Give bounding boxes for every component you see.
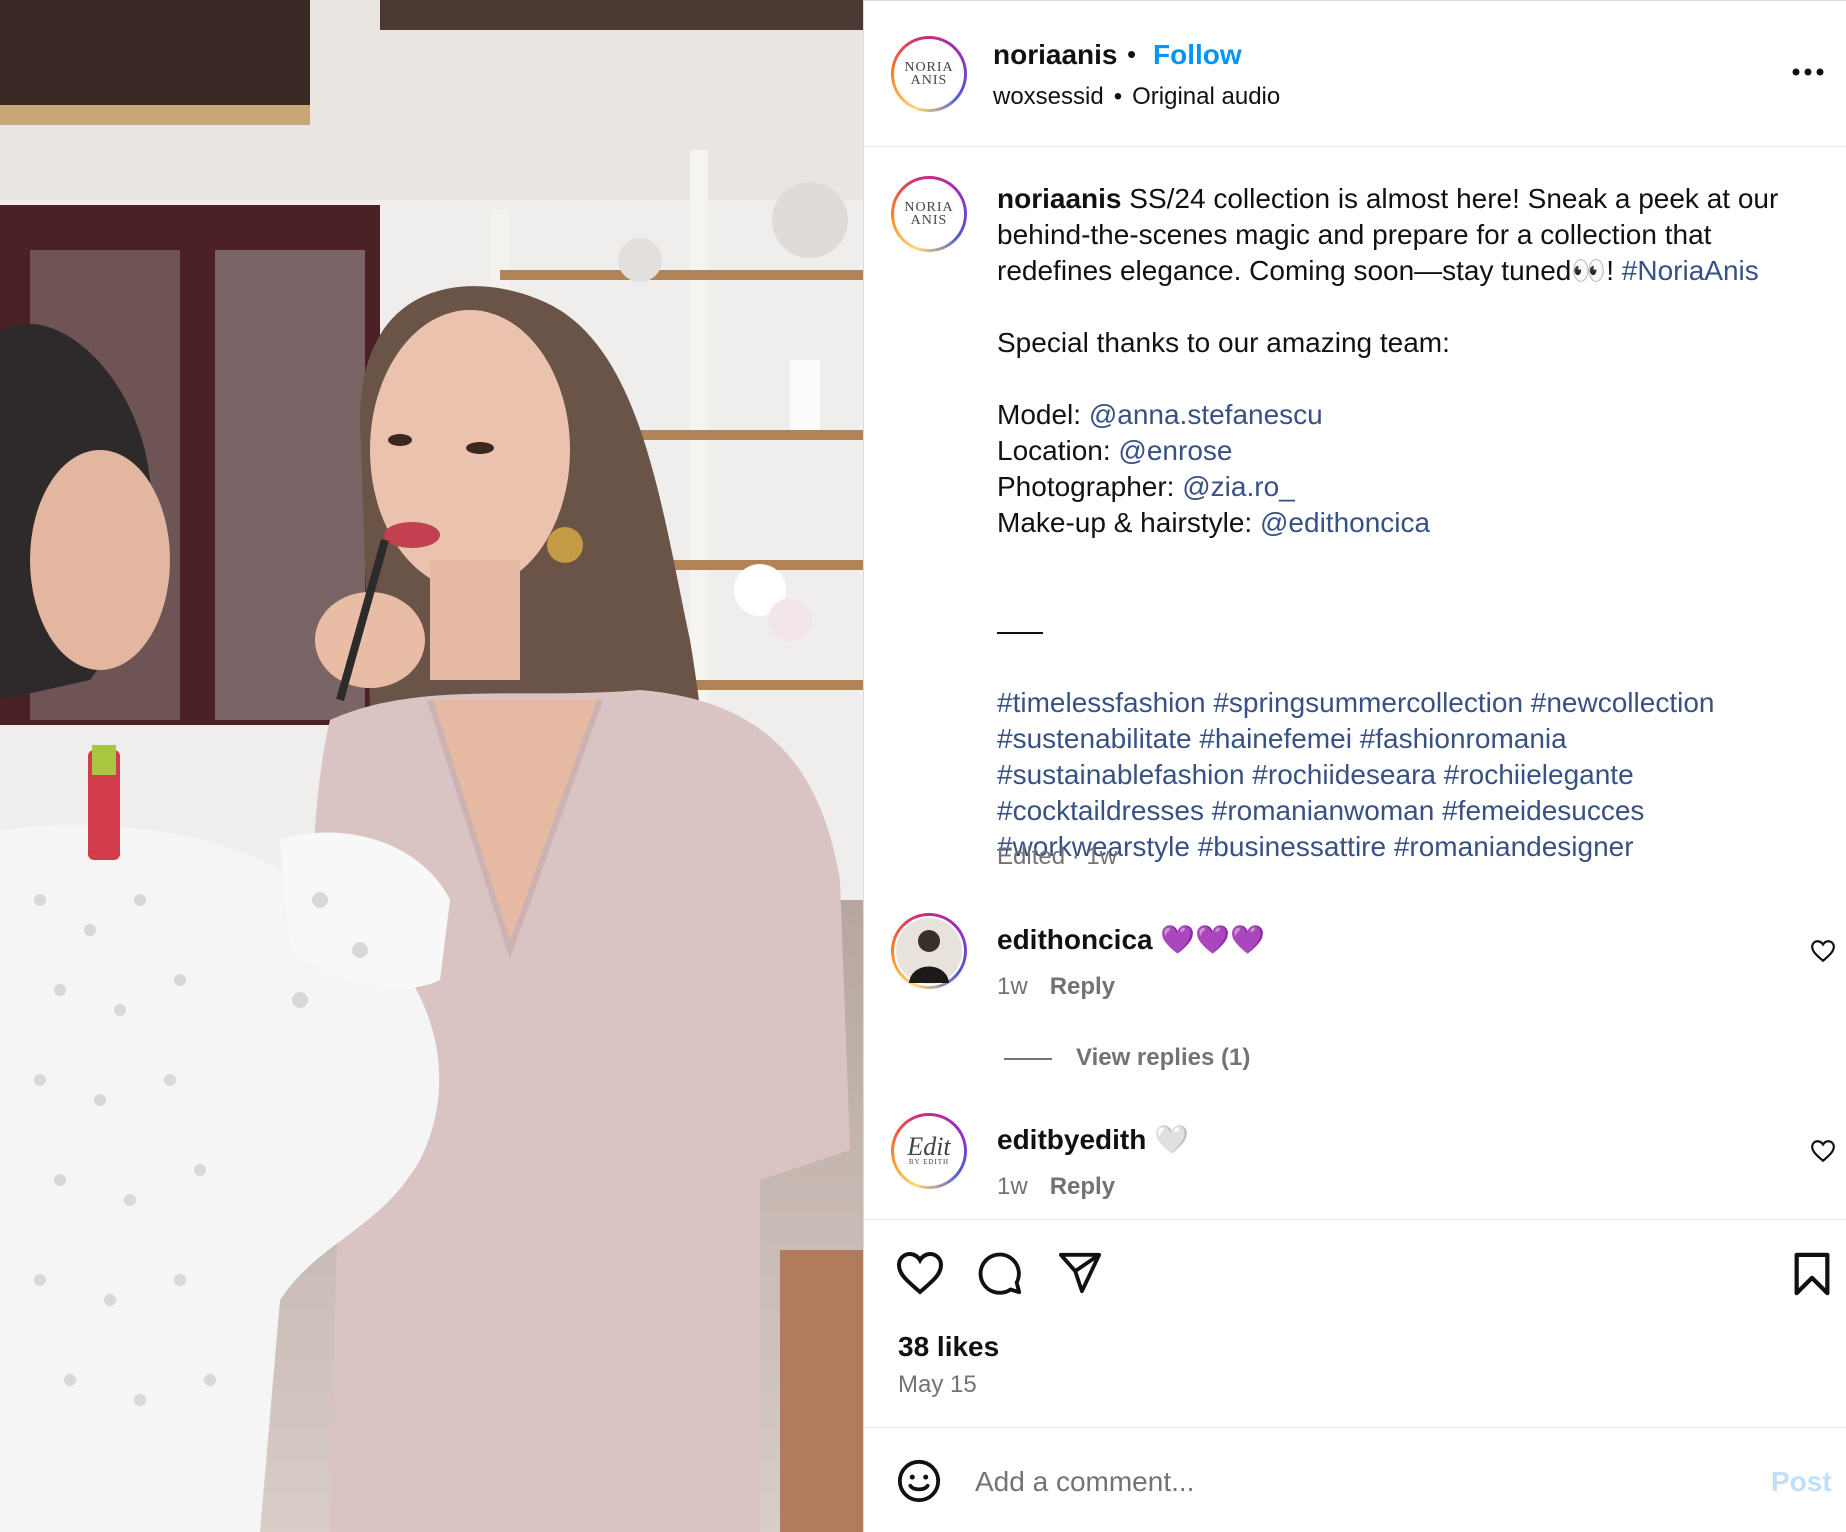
comment-like-heart-icon[interactable] bbox=[1810, 1138, 1836, 1164]
comment-like-heart-icon[interactable] bbox=[1810, 938, 1836, 964]
post-header: NORIA ANIS noriaanis • Follow woxsessid •… bbox=[864, 1, 1846, 147]
edited-timestamp: Edited · 1w bbox=[997, 843, 1118, 870]
send-icon[interactable] bbox=[1057, 1251, 1103, 1295]
mention-link[interactable]: @enrose bbox=[1118, 435, 1232, 466]
mention-link[interactable]: @anna.stefanescu bbox=[1089, 399, 1323, 430]
brand-logo: Edit BY EDITH bbox=[894, 1116, 964, 1186]
logo-line-2: ANIS bbox=[910, 213, 948, 228]
credit-label: Location: bbox=[997, 435, 1111, 466]
credit-row: Make-up & hairstyle: @edithoncica bbox=[997, 505, 1817, 541]
caption-line: noriaanis SS/24 collection is almost her… bbox=[997, 181, 1817, 217]
hashtag-line[interactable]: #sustainablefashion #rochiideseara #roch… bbox=[997, 757, 1817, 793]
reply-button[interactable]: Reply bbox=[1050, 973, 1115, 1000]
post-caption: noriaanis SS/24 collection is almost her… bbox=[997, 181, 1817, 865]
caption-username[interactable]: noriaanis bbox=[997, 183, 1121, 214]
brand-logo: NORIA ANIS bbox=[894, 179, 964, 249]
post-details-panel: NORIA ANIS noriaanis • Follow woxsessid •… bbox=[863, 0, 1846, 1532]
person-silhouette-icon bbox=[909, 930, 949, 983]
reply-button[interactable]: Reply bbox=[1050, 1173, 1115, 1200]
mention-link[interactable]: @edithoncica bbox=[1260, 507, 1430, 538]
post-date: May 15 bbox=[898, 1371, 977, 1398]
audio-info: woxsessid • Original audio bbox=[993, 83, 1280, 111]
caption-text: redefines elegance. Coming soon—stay tun… bbox=[997, 255, 1614, 286]
comment-time: 1w bbox=[997, 973, 1028, 1000]
author-avatar[interactable]: NORIA ANIS bbox=[891, 36, 967, 112]
commenter-avatar[interactable] bbox=[891, 913, 967, 989]
audio-user-link[interactable]: woxsessid bbox=[993, 83, 1104, 110]
comment-time: 1w bbox=[997, 1173, 1028, 1200]
commenter-avatar[interactable]: Edit BY EDITH bbox=[891, 1113, 967, 1189]
like-count[interactable]: 38 likes bbox=[898, 1331, 999, 1363]
credit-label: Make-up & hairstyle: bbox=[997, 507, 1253, 538]
comment-input[interactable] bbox=[975, 1462, 1755, 1502]
credit-row: Location: @enrose bbox=[997, 433, 1817, 469]
caption-text: SS/24 collection is almost here! Sneak a… bbox=[1129, 183, 1779, 214]
caption-line: behind-the-scenes magic and prepare for … bbox=[997, 219, 1712, 250]
logo-line-2: ANIS bbox=[910, 73, 948, 88]
emoji-icon[interactable] bbox=[896, 1458, 942, 1504]
credit-row: Photographer: @zia.ro_ bbox=[997, 469, 1817, 505]
comment-composer: Post bbox=[864, 1427, 1846, 1532]
heart-icon[interactable] bbox=[896, 1251, 944, 1295]
post-media[interactable] bbox=[0, 0, 863, 1532]
logo-script: Edit bbox=[907, 1131, 951, 1161]
caption-line: redefines elegance. Coming soon—stay tun… bbox=[997, 253, 1817, 289]
comment-row: editbyedith 🤍 bbox=[997, 1123, 1189, 1156]
post-comment-button[interactable]: Post bbox=[1771, 1466, 1832, 1498]
caption-divider bbox=[997, 613, 1817, 649]
more-horizontal-icon[interactable] bbox=[1788, 57, 1828, 87]
hashtag-line[interactable]: #timelessfashion #springsummercollection… bbox=[997, 685, 1817, 721]
separator-dot: • bbox=[1113, 83, 1123, 110]
audio-link[interactable]: Original audio bbox=[1132, 83, 1280, 110]
comment-meta: 1w Reply bbox=[997, 1173, 1115, 1201]
action-bar-divider bbox=[864, 1219, 1846, 1220]
hashtag-link[interactable]: #NoriaAnis bbox=[1622, 255, 1759, 286]
comment-meta: 1w Reply bbox=[997, 973, 1115, 1001]
logo-sub: BY EDITH bbox=[908, 1157, 950, 1166]
avatar-photo bbox=[894, 916, 964, 986]
post-photo bbox=[0, 0, 863, 1532]
credit-label: Photographer: bbox=[997, 471, 1175, 502]
bookmark-icon[interactable] bbox=[1792, 1251, 1832, 1297]
mention-link[interactable]: @zia.ro_ bbox=[1182, 471, 1294, 502]
caption-thanks: Special thanks to our amazing team: bbox=[997, 327, 1450, 358]
brand-logo: NORIA ANIS bbox=[894, 39, 964, 109]
comment-text: 💜💜💜 bbox=[1160, 924, 1265, 955]
replies-dash bbox=[1004, 1057, 1052, 1060]
comment-text: 🤍 bbox=[1154, 1124, 1189, 1155]
author-username[interactable]: noriaanis bbox=[993, 39, 1117, 71]
comment-username[interactable]: edithoncica bbox=[997, 924, 1153, 955]
credit-row: Model: @anna.stefanescu bbox=[997, 397, 1817, 433]
credit-label: Model: bbox=[997, 399, 1082, 430]
comment-username[interactable]: editbyedith bbox=[997, 1124, 1146, 1155]
comment-row: edithoncica 💜💜💜 bbox=[997, 923, 1265, 956]
hashtag-line[interactable]: #sustenabilitate #hainefemei #fashionrom… bbox=[997, 721, 1817, 757]
hashtag-line[interactable]: #workwearstyle #businessattire #romanian… bbox=[997, 829, 1817, 865]
caption-author-avatar[interactable]: NORIA ANIS bbox=[891, 176, 967, 252]
follow-button[interactable]: Follow bbox=[1153, 39, 1242, 71]
view-replies-button[interactable]: View replies (1) bbox=[1004, 1044, 1250, 1072]
view-replies-label: View replies (1) bbox=[1076, 1044, 1251, 1071]
separator-dot: • bbox=[1127, 39, 1137, 69]
comment-icon[interactable] bbox=[977, 1250, 1023, 1296]
hashtag-line[interactable]: #cocktaildresses #romanianwoman #femeide… bbox=[997, 793, 1817, 829]
